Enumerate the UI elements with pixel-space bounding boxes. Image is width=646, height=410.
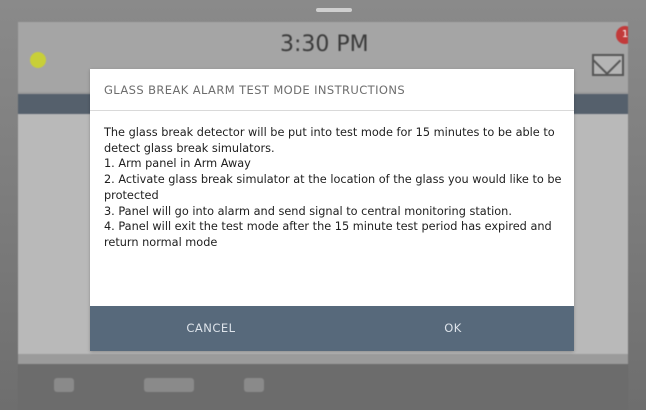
shortcut-icons[interactable]: [144, 378, 194, 392]
home-icon[interactable]: [244, 378, 264, 392]
bezel-notch: [316, 8, 352, 12]
clock-time: 3:30 PM: [280, 32, 369, 57]
dialog-divider: [90, 110, 574, 111]
dialog-button-bar: CANCEL OK: [90, 306, 574, 351]
envelope-icon[interactable]: [592, 54, 624, 76]
device-frame: 3:30 PM 1 GLASS BREAK ALARM TEST MODE IN…: [0, 0, 646, 410]
dialog-title: GLASS BREAK ALARM TEST MODE INSTRUCTIONS: [104, 83, 406, 97]
bottom-nav: [18, 364, 628, 410]
notification-badge: 1: [616, 26, 628, 44]
glass-break-test-dialog: GLASS BREAK ALARM TEST MODE INSTRUCTIONS…: [90, 69, 574, 351]
weather-icon: [30, 52, 46, 68]
dialog-instructions: The glass break detector will be put int…: [104, 125, 566, 251]
cancel-button[interactable]: CANCEL: [90, 306, 332, 351]
back-icon[interactable]: [54, 378, 74, 392]
instruction-step-4: 4. Panel will exit the test mode after t…: [104, 220, 552, 249]
instruction-step-2: 2. Activate glass break simulator at the…: [104, 173, 562, 202]
instruction-intro: The glass break detector will be put int…: [104, 126, 555, 155]
instruction-step-3: 3. Panel will go into alarm and send sig…: [104, 204, 512, 218]
ok-button[interactable]: OK: [332, 306, 574, 351]
instruction-step-1: 1. Arm panel in Arm Away: [104, 157, 251, 171]
